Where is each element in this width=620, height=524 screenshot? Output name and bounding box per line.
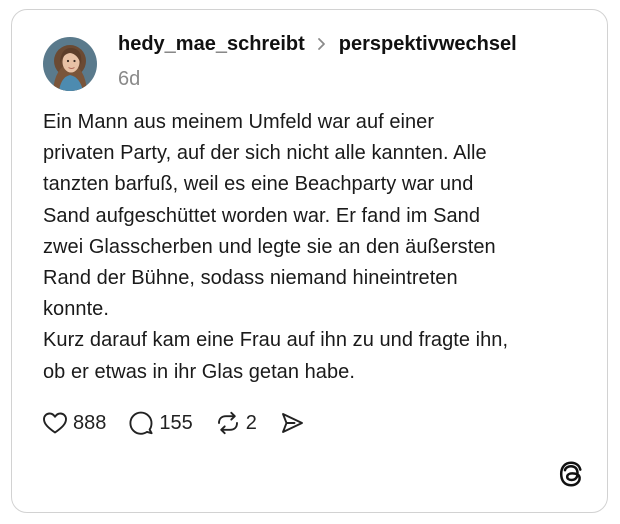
post-timestamp[interactable]: 6d: [118, 68, 140, 91]
action-bar: 888 155 2: [42, 408, 327, 438]
author-username[interactable]: hedy_mae_schreibt: [118, 33, 305, 56]
repost-icon: [215, 410, 241, 436]
share-button[interactable]: [279, 410, 305, 436]
heart-icon: [42, 411, 68, 435]
comment-button[interactable]: 155: [128, 410, 193, 436]
repost-count: 2: [245, 411, 257, 434]
share-icon: [279, 410, 305, 436]
post-body-text: Ein Mann aus meinem Umfeld war auf einer…: [43, 111, 509, 383]
post-header: hedy_mae_schreibt perspektivwechsel: [118, 32, 517, 56]
chevron-right-icon: [311, 34, 333, 54]
like-count: 888: [73, 411, 107, 434]
community-name[interactable]: perspektivwechsel: [339, 33, 517, 56]
repost-button[interactable]: 2: [215, 410, 257, 436]
comment-bubble-icon: [128, 410, 154, 436]
author-avatar[interactable]: [43, 37, 97, 91]
post-card: hedy_mae_schreibt perspektivwechsel 6d E…: [11, 9, 608, 513]
like-button[interactable]: 888: [42, 411, 106, 435]
comment-count: 155: [159, 411, 193, 434]
avatar-photo: [43, 37, 97, 91]
threads-logo-icon: [558, 460, 584, 488]
